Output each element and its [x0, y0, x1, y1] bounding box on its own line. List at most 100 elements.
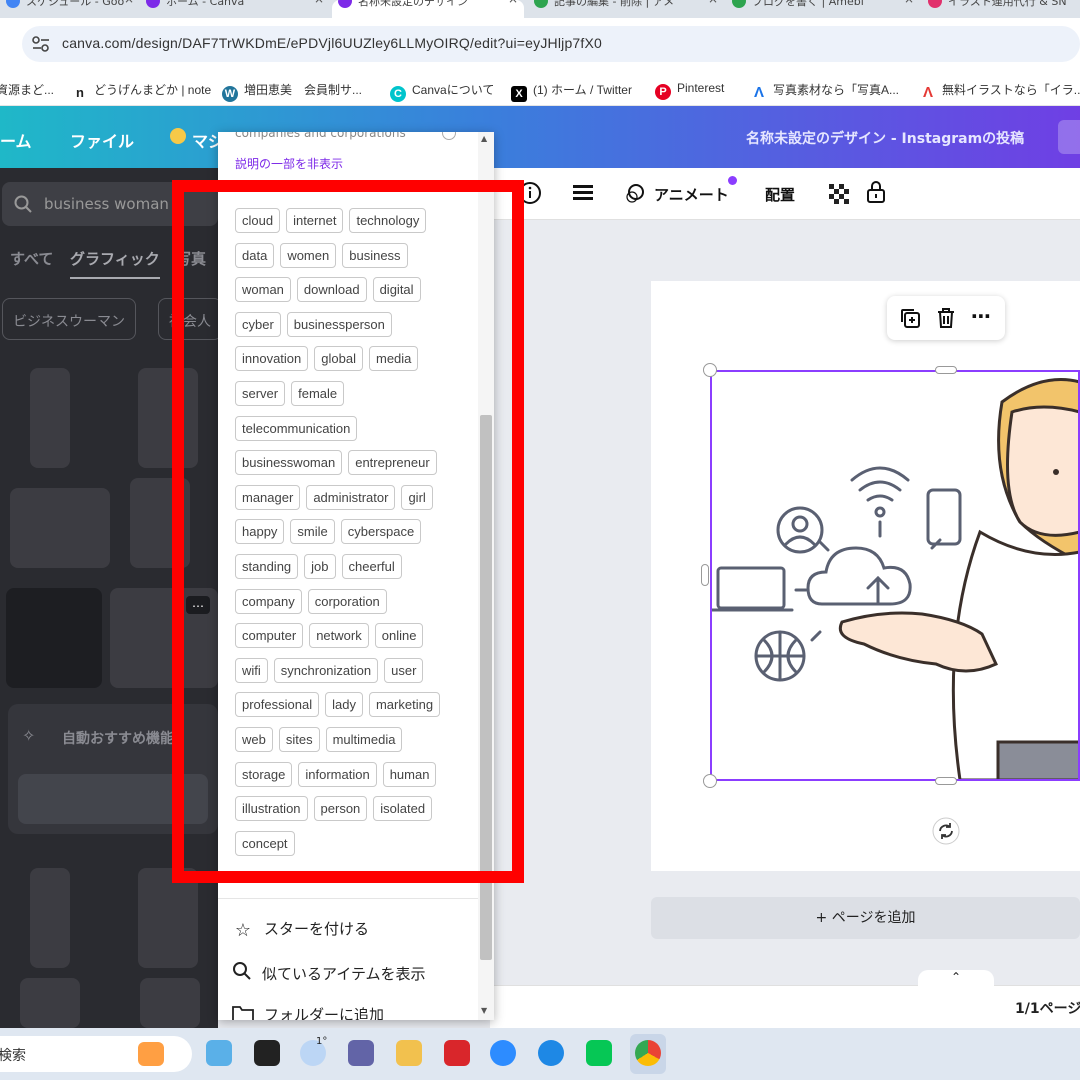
add-to-folder-menu-item[interactable]: フォルダーに追加	[232, 1004, 384, 1020]
hide-description-link[interactable]: 説明の一部を非表示	[235, 155, 343, 172]
page-count[interactable]: 1/1ページ	[1015, 998, 1080, 1018]
design-title[interactable]: 名称未設定のデザイン - Instagramの投稿	[746, 128, 1024, 148]
upgrade-button[interactable]	[1058, 120, 1080, 154]
browser-tab-active[interactable]: 名称未設定のデザイン ×	[332, 0, 524, 18]
note-icon: n	[76, 85, 84, 100]
resize-handle[interactable]	[703, 774, 717, 788]
tab-title: スケジュール - Goo	[26, 0, 125, 8]
scroll-down-arrow-icon[interactable]: ▼	[481, 1006, 487, 1015]
address-text[interactable]: canva.com/design/DAF7TrWKDmE/ePDVjl6UUZl…	[62, 35, 602, 51]
similar-items-menu-item[interactable]: 似ているアイテムを表示	[232, 961, 426, 984]
position-button[interactable]: 配置	[765, 184, 795, 205]
tab-favicon-icon	[732, 0, 746, 8]
crown-icon	[170, 128, 186, 144]
trash-icon[interactable]	[935, 306, 957, 330]
selection-box[interactable]	[710, 370, 1080, 781]
tab-title: イラスト運用代行 & SN	[948, 0, 1067, 8]
transparency-icon[interactable]	[828, 183, 850, 205]
canva-icon: C	[390, 86, 406, 102]
bookmarks-bar: 資源まど... n どうげんまどか | note W 増田恵美 会員制サ... CC…	[0, 72, 1080, 106]
graphic-thumbnail[interactable]	[30, 868, 70, 968]
copilot-icon[interactable]	[206, 1040, 232, 1066]
browser-tab[interactable]: スケジュール - Goo ×	[0, 0, 140, 18]
file-explorer-icon[interactable]	[396, 1040, 422, 1066]
chevron-up-icon[interactable]: ⌃	[918, 970, 994, 988]
animate-icon	[626, 184, 644, 203]
bookmark-label: Pinterest	[677, 81, 725, 95]
menu-label: フォルダーに追加	[264, 1006, 385, 1020]
more-options-icon[interactable]: ⋯	[971, 304, 991, 328]
tab-all[interactable]: すべて	[10, 248, 53, 269]
info-icon	[442, 132, 456, 140]
browser-tab[interactable]: イラスト運用代行 & SN	[922, 0, 1080, 18]
zoom-icon[interactable]	[490, 1040, 516, 1066]
graphic-thumbnail[interactable]	[20, 978, 80, 1028]
chrome-icon[interactable]	[635, 1040, 661, 1066]
resize-handle[interactable]	[703, 363, 717, 377]
home-menu[interactable]: ーム	[0, 128, 32, 152]
star-menu-item[interactable]: ☆ スターを付ける	[232, 918, 369, 941]
bookmark-item[interactable]: W 増田恵美 会員制サ...	[222, 81, 362, 102]
close-icon[interactable]: ×	[904, 0, 914, 5]
site-settings-icon[interactable]	[32, 36, 50, 52]
bookmark-item[interactable]: n どうげんまどか | note	[72, 81, 211, 101]
suggestion-chip[interactable]: ビジネスウーマン	[2, 298, 136, 340]
graphic-thumbnail[interactable]	[140, 978, 200, 1028]
bookmark-item[interactable]: Λ 無料イラストなら「イラ...	[920, 81, 1080, 101]
bookmark-item[interactable]: C Canvaについて	[390, 81, 494, 102]
pinterest-icon: P	[655, 84, 671, 100]
line-weight-icon[interactable]	[572, 184, 594, 202]
wordpress-icon: W	[222, 86, 238, 102]
browser-tab[interactable]: 記事の編集 - 削除 | アメ ×	[528, 0, 724, 18]
phone-icon[interactable]	[538, 1040, 564, 1066]
graphic-thumbnail[interactable]	[10, 488, 110, 568]
rotate-icon[interactable]	[932, 817, 960, 845]
tab-graphics[interactable]: グラフィック	[70, 248, 160, 279]
add-page-button[interactable]: + ページを追加	[651, 897, 1080, 939]
bookmark-item[interactable]: X (1) ホーム / Twitter	[511, 81, 632, 102]
file-menu[interactable]: ファイル	[70, 128, 134, 152]
illustac-icon: Λ	[922, 84, 933, 101]
browser-tab[interactable]: ブログを書く | Amebl ×	[726, 0, 920, 18]
lock-icon[interactable]	[866, 180, 886, 204]
bookmark-label: 無料イラストなら「イラ...	[942, 83, 1080, 97]
red-highlight-box	[172, 180, 524, 883]
scroll-up-arrow-icon[interactable]: ▲	[481, 134, 487, 143]
graphic-thumbnail[interactable]	[6, 588, 102, 688]
browser-tab[interactable]: ホーム - Canva ×	[140, 0, 330, 18]
tab-favicon-icon	[6, 0, 20, 8]
bookmark-label: 資源まど...	[0, 83, 55, 97]
close-icon[interactable]: ×	[508, 0, 518, 5]
tab-favicon-icon	[146, 0, 160, 8]
graphic-thumbnail[interactable]	[138, 868, 198, 968]
close-icon[interactable]: ×	[124, 0, 134, 5]
resize-handle[interactable]	[935, 777, 957, 785]
bookmark-item[interactable]: Λ 写真素材なら「写真A...	[751, 81, 899, 101]
duplicate-icon[interactable]	[899, 307, 921, 329]
line-icon[interactable]	[586, 1040, 612, 1066]
tab-title: ブログを書く | Amebl	[752, 0, 864, 8]
bookmark-label: (1) ホーム / Twitter	[533, 83, 632, 97]
browser-toolbar: canva.com/design/DAF7TrWKDmE/ePDVjl6UUZl…	[0, 18, 1080, 72]
search-highlight-icon	[138, 1042, 164, 1066]
bookmark-item[interactable]: 資源まど...	[0, 81, 54, 98]
bookmark-item[interactable]: P Pinterest	[655, 81, 724, 100]
animate-button[interactable]: アニメート	[654, 184, 729, 205]
tab-title: 名称未設定のデザイン	[358, 0, 468, 8]
graphic-thumbnail[interactable]	[30, 368, 70, 468]
resize-handle[interactable]	[701, 564, 709, 586]
close-icon[interactable]: ×	[708, 0, 718, 5]
teams-icon[interactable]	[348, 1040, 374, 1066]
taskbar-search-input[interactable]: 検索	[0, 1036, 192, 1072]
folder-icon	[232, 1006, 254, 1020]
acrobat-icon[interactable]	[444, 1040, 470, 1066]
task-view-icon[interactable]	[254, 1040, 280, 1066]
sparkle-icon: ✧	[22, 726, 36, 745]
search-value: business woman	[44, 195, 169, 213]
x-twitter-icon: X	[511, 86, 527, 102]
resize-handle[interactable]	[935, 366, 957, 374]
close-icon[interactable]: ×	[314, 0, 324, 5]
photoac-icon: Λ	[753, 84, 764, 101]
tab-favicon-icon	[534, 0, 548, 8]
search-icon	[233, 962, 251, 980]
